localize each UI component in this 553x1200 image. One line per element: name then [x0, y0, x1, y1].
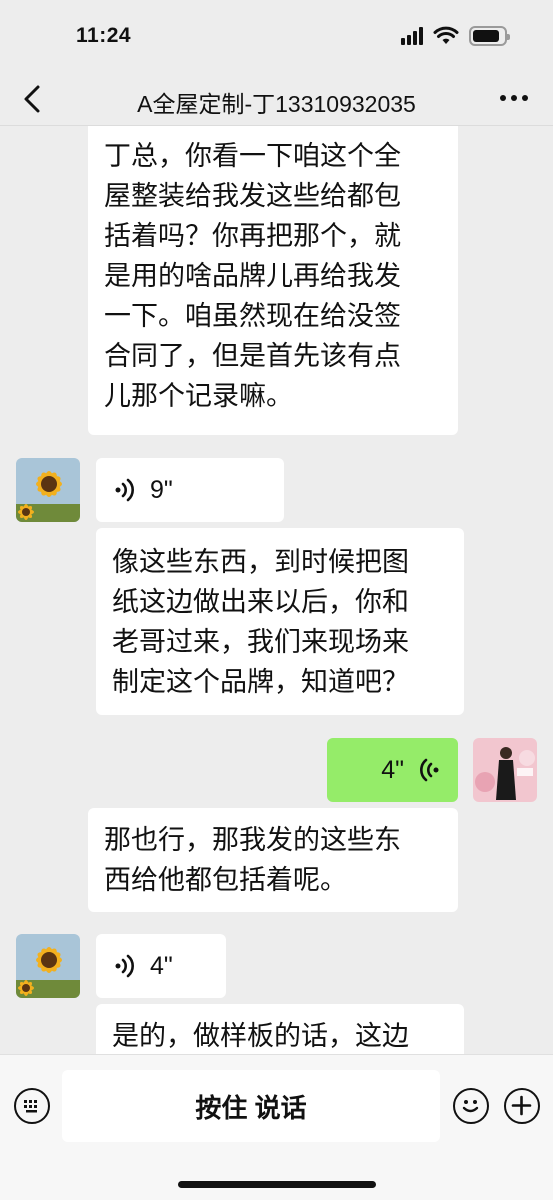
nav-bar: A全屋定制-丁13310932035	[0, 72, 553, 126]
message-line: 屋整装给我发这些给都包	[104, 181, 401, 211]
message-line: 是用的啥品牌儿再给我发	[104, 261, 401, 291]
chat-area[interactable]: 丁总，你看一下咱这个全 屋整装给我发这些给都包 括着吗？你再把那个，就 是用的啥…	[0, 126, 553, 1054]
message-line: 老哥过来，我们来现场来	[112, 627, 409, 657]
voice-duration: 4"	[150, 952, 173, 980]
message-line: 制定这个品牌，知道吧？	[112, 667, 409, 697]
sunflower-avatar-icon	[16, 458, 80, 522]
status-bar: 11:24	[0, 0, 553, 72]
add-more-icon[interactable]	[504, 1088, 540, 1124]
contact-avatar[interactable]	[16, 458, 80, 522]
emoji-icon[interactable]	[453, 1088, 489, 1124]
voice-message-self[interactable]: 4"	[327, 738, 458, 802]
voice-duration: 4"	[381, 756, 404, 784]
wifi-icon	[433, 26, 459, 44]
cellular-signal-icon	[401, 27, 423, 45]
message-line: 儿那个记录嘛。	[104, 381, 293, 411]
voice-duration: 9"	[150, 476, 173, 504]
more-options-icon[interactable]	[497, 86, 531, 110]
battery-icon	[469, 26, 510, 46]
message-line: 那也行，那我发的这些东	[104, 825, 401, 855]
voice-message[interactable]: 4"	[96, 934, 226, 998]
sunflower-avatar-icon	[16, 934, 80, 998]
message-line: 丁总，你看一下咱这个全	[104, 141, 401, 171]
message-line: 纸这边做出来以后，你和	[112, 587, 409, 617]
message-line: 括着吗？你再把那个，就	[104, 221, 401, 251]
my-avatar[interactable]	[473, 738, 537, 802]
message-line: 一下。咱虽然现在给没签	[104, 301, 401, 331]
message-bubble[interactable]: 那也行，那我发的这些东 西给他都包括着呢。	[88, 808, 458, 912]
voice-wave-icon	[115, 478, 134, 502]
home-indicator	[178, 1181, 376, 1188]
input-bar: 按住 说话	[0, 1054, 553, 1200]
message-line: 像这些东西，到时候把图	[112, 547, 409, 577]
message-bubble[interactable]: 像这些东西，到时候把图 纸这边做出来以后，你和 老哥过来，我们来现场来 制定这个…	[96, 528, 464, 715]
voice-wave-icon	[115, 954, 134, 978]
chat-title: A全屋定制-丁13310932035	[137, 91, 416, 117]
message-bubble[interactable]: 丁总，你看一下咱这个全 屋整装给我发这些给都包 括着吗？你再把那个，就 是用的啥…	[88, 126, 458, 435]
status-time: 11:24	[76, 24, 132, 47]
message-line: 是的，做样板的话，这边	[112, 1021, 409, 1051]
hold-to-talk-button[interactable]: 按住 说话	[62, 1070, 440, 1142]
message-bubble[interactable]: 是的，做样板的话，这边	[96, 1004, 464, 1054]
voice-wave-icon	[420, 758, 439, 782]
voice-message[interactable]: 9"	[96, 458, 284, 522]
message-line: 合同了，但是首先该有点	[104, 341, 401, 371]
contact-avatar[interactable]	[16, 934, 80, 998]
message-line: 西给他都包括着呢。	[104, 865, 347, 895]
status-icons	[401, 26, 510, 46]
keyboard-toggle-icon[interactable]	[14, 1088, 50, 1124]
person-avatar-icon	[473, 738, 537, 802]
